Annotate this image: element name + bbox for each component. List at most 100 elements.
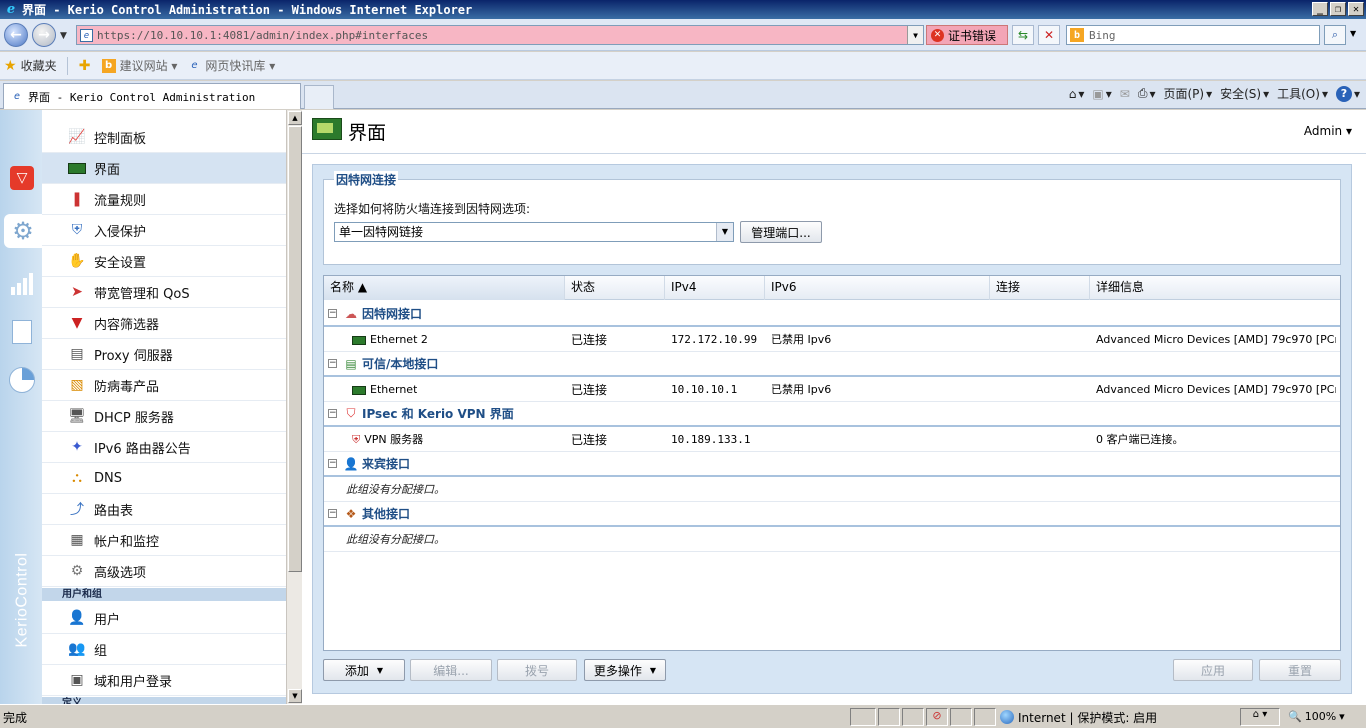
add-favorite-icon[interactable]: ✚ xyxy=(78,58,92,74)
security-zone[interactable]: Internet | 保护模式: 启用 xyxy=(1000,708,1157,726)
table-row[interactable]: Ethernet 2 已连接 172.172.10.99 已禁用 Ipv6 Ad… xyxy=(324,328,1340,352)
sidebar-item-accounting-monitoring[interactable]: ▦ 帐户和监控 xyxy=(42,525,286,556)
column-name[interactable]: 名称 ▲ xyxy=(324,276,565,300)
zoom-control[interactable]: 🔍 100% ▾ xyxy=(1288,710,1345,723)
sidebar-item-interfaces[interactable]: 界面 xyxy=(42,153,286,184)
help-button[interactable]: ? ▾ xyxy=(1335,85,1360,102)
back-button[interactable]: ← xyxy=(4,23,28,47)
sidebar-item-dns[interactable]: ⛬ DNS xyxy=(42,463,286,494)
column-details[interactable]: 详细信息 xyxy=(1090,276,1340,300)
collapse-icon[interactable]: − xyxy=(328,359,337,368)
maximize-button[interactable]: ❐ xyxy=(1330,2,1346,16)
tab-active[interactable]: e 界面 - Kerio Control Administration xyxy=(3,83,301,109)
sidebar-item-ipv6-router-ads[interactable]: ✦ IPv6 路由器公告 xyxy=(42,432,286,463)
bing-icon: b xyxy=(1070,28,1084,42)
manage-ports-button[interactable]: 管理端口... xyxy=(740,221,822,243)
minimize-button[interactable]: _ xyxy=(1312,2,1328,16)
table-row[interactable]: ⛨ VPN 服务器 已连接 10.189.133.1 0 客户端已连接。 xyxy=(324,428,1340,452)
group-trusted-interfaces[interactable]: − ▤ 可信/本地接口 xyxy=(324,352,1340,377)
sidebar-item-intrusion-prevention[interactable]: ⛨ 入侵保护 xyxy=(42,215,286,246)
new-tab-button[interactable] xyxy=(304,85,334,109)
refresh-button[interactable]: ⇆ xyxy=(1012,25,1034,45)
vpn-shield-icon: ⛉ xyxy=(346,406,356,420)
privacy-icon[interactable]: ⊘ xyxy=(926,708,948,726)
interfaces-grid: 名称 ▲ 状态 IPv4 IPv6 连接 详细信息 − ☁ 因特网接口 Ethe… xyxy=(323,275,1341,651)
sidebar-item-dhcp-server[interactable]: 🖥 DHCP 服务器 xyxy=(42,401,286,432)
sidebar-item-routing-table[interactable]: ⤴ 路由表 xyxy=(42,494,286,525)
search-input[interactable]: b Bing xyxy=(1066,25,1320,45)
strip-statistics-button[interactable] xyxy=(8,270,36,298)
apply-button[interactable]: 应用 xyxy=(1173,659,1253,681)
sidebar-item-advanced-options[interactable]: ⚙ 高级选项 xyxy=(42,556,286,587)
scroll-thumb[interactable] xyxy=(288,126,302,572)
interfaces-panel: 因特网连接 选择如何将防火墙连接到因特网选项: 单一因特网链接 ▼ 管理端口..… xyxy=(312,164,1352,694)
search-options-dropdown[interactable]: ▼ xyxy=(1350,29,1356,38)
scroll-down-icon[interactable]: ▼ xyxy=(288,689,302,703)
group-other-interfaces[interactable]: − ❖ 其他接口 xyxy=(324,502,1340,527)
print-button[interactable]: ⎙ ▾ xyxy=(1138,86,1156,101)
reset-button[interactable]: 重置 xyxy=(1259,659,1341,681)
sidebar-item-traffic-rules[interactable]: ❚ 流量规则 xyxy=(42,184,286,215)
column-ipv6[interactable]: IPv6 xyxy=(765,276,990,300)
lan-icon: ▤ xyxy=(345,356,357,371)
sidebar-item-dashboard[interactable]: 📈 控制面板 xyxy=(42,122,286,153)
address-field[interactable]: e https://10.10.10.1:4081/admin/index.ph… xyxy=(76,25,924,45)
connectivity-select[interactable]: 单一因特网链接 ▼ xyxy=(334,222,734,242)
tools-menu[interactable]: 工具(O) ▾ xyxy=(1277,85,1328,102)
sidebar-item-users[interactable]: 👤 用户 xyxy=(42,603,286,634)
scroll-up-icon[interactable]: ▲ xyxy=(288,111,302,125)
column-connectivity[interactable]: 连接 xyxy=(990,276,1090,300)
group-vpn-interfaces[interactable]: − ⛉ IPsec 和 Kerio VPN 界面 xyxy=(324,402,1340,427)
forward-button[interactable]: → xyxy=(32,23,56,47)
window-titlebar: e 界面 - Kerio Control Administration - Wi… xyxy=(0,0,1366,19)
suggested-sites-link[interactable]: b 建议网站 ▾ xyxy=(101,57,177,74)
address-dropdown-icon[interactable]: ▼ xyxy=(907,26,923,44)
row-name: Ethernet xyxy=(352,378,417,402)
table-row[interactable]: Ethernet 已连接 10.10.10.1 已禁用 Ipv6 Advance… xyxy=(324,378,1340,402)
collapse-icon[interactable]: − xyxy=(328,309,337,318)
admin-user-menu[interactable]: Admin ▾ xyxy=(1304,124,1352,138)
group-guest-interfaces[interactable]: − 👤 来宾接口 xyxy=(324,452,1340,477)
row-name-text: Ethernet xyxy=(370,383,418,396)
sidebar-item-domain-login[interactable]: ▣ 域和用户登录 xyxy=(42,665,286,696)
sidebar-item-security-settings[interactable]: ✋ 安全设置 xyxy=(42,246,286,277)
collapse-icon[interactable]: − xyxy=(328,409,337,418)
recent-pages-dropdown[interactable]: ▼ xyxy=(60,31,67,41)
chevron-down-icon[interactable]: ▼ xyxy=(716,223,733,241)
stop-button[interactable]: ✕ xyxy=(1038,25,1060,45)
collapse-icon[interactable]: − xyxy=(328,459,337,468)
web-slice-gallery-link[interactable]: e 网页快讯库 ▾ xyxy=(187,57,275,74)
sidebar-item-antivirus[interactable]: ▧ 防病毒产品 xyxy=(42,370,286,401)
favorites-button[interactable]: ★ 收藏夹 xyxy=(4,57,57,74)
column-ipv4[interactable]: IPv4 xyxy=(665,276,765,300)
sidebar-item-proxy-server[interactable]: ▤ Proxy 伺服器 xyxy=(42,339,286,370)
edit-button[interactable]: 编辑... xyxy=(410,659,492,681)
strip-logs-button[interactable] xyxy=(8,318,36,346)
search-icon[interactable]: ⌕ xyxy=(1324,25,1346,45)
more-actions-button[interactable]: 更多操作 ▼ xyxy=(584,659,666,681)
row-status: 已连接 xyxy=(571,433,608,447)
strip-security-button[interactable]: ▽ xyxy=(8,164,36,192)
sidebar-scrollbar[interactable]: ▲ ▼ xyxy=(286,110,302,704)
page-menu[interactable]: 页面(P) ▾ xyxy=(1163,85,1212,102)
sidebar-item-bandwidth-qos[interactable]: ➤ 带宽管理和 QoS xyxy=(42,277,286,308)
strip-status-button[interactable] xyxy=(8,366,36,394)
home-button[interactable]: ⌂ ▾ xyxy=(1069,87,1085,101)
certificate-error-button[interactable]: ✕ 证书错误 xyxy=(926,25,1008,45)
dial-button[interactable]: 拨号 xyxy=(497,659,577,681)
group-internet-interfaces[interactable]: − ☁ 因特网接口 xyxy=(324,302,1340,327)
read-mail-button[interactable]: ✉ xyxy=(1120,87,1130,101)
column-status[interactable]: 状态 xyxy=(565,276,665,300)
collapse-icon[interactable]: − xyxy=(328,509,337,518)
user-icon: 👤 xyxy=(68,610,86,626)
strip-configuration-button[interactable]: ⚙ xyxy=(4,214,42,248)
close-window-button[interactable]: ✕ xyxy=(1348,2,1364,16)
safety-menu[interactable]: 安全(S) ▾ xyxy=(1220,85,1269,102)
protected-mode-icon[interactable]: ⌂ ▾ xyxy=(1240,708,1280,726)
network-card-icon xyxy=(352,335,366,345)
sidebar-section-definitions: 定义 xyxy=(42,696,286,704)
add-button[interactable]: 添加 ▼ xyxy=(323,659,405,681)
sidebar-item-content-filter[interactable]: ▼ 内容筛选器 xyxy=(42,308,286,339)
sidebar-item-groups[interactable]: 👥 组 xyxy=(42,634,286,665)
feeds-button[interactable]: ▣ ▾ xyxy=(1092,87,1111,101)
